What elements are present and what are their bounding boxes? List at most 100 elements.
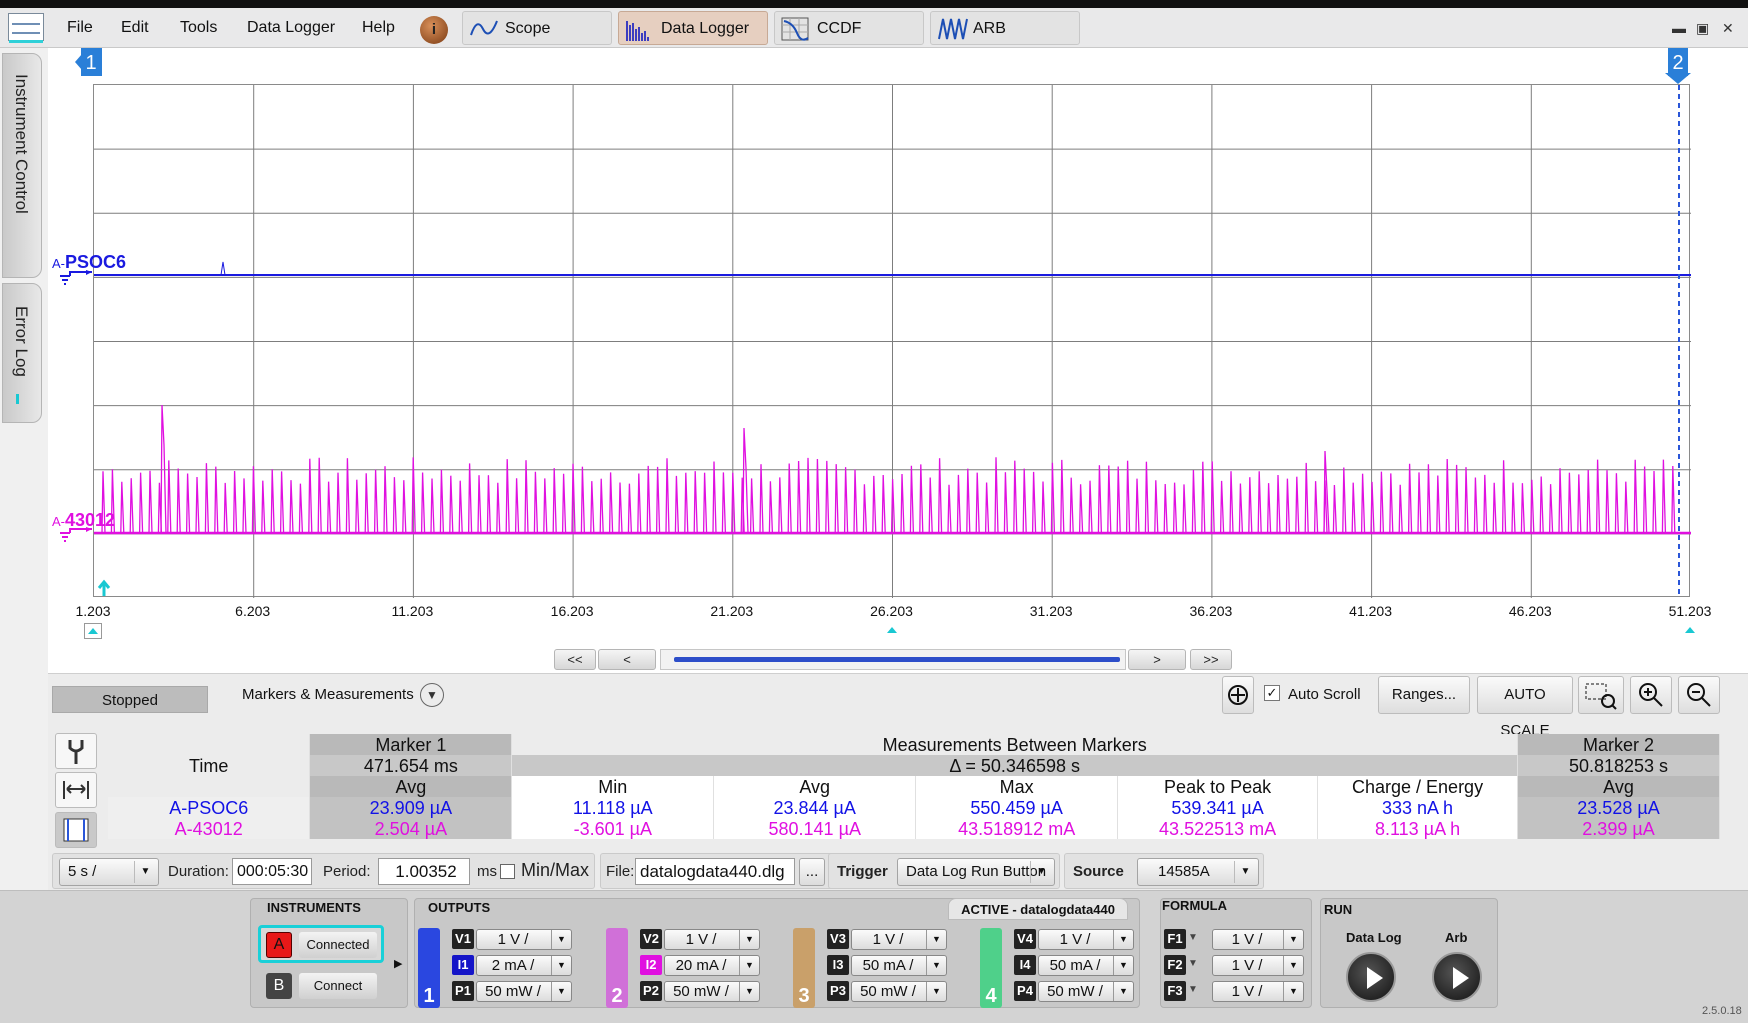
channel-v-tag[interactable]: V2 [640,929,662,949]
channel-v-tag[interactable]: V1 [452,929,474,949]
timebase-select[interactable]: 5 s / ▼ [59,858,159,886]
file-field[interactable]: datalogdata440.dlg [635,858,795,885]
channel-p-tag[interactable]: P4 [1014,981,1036,1001]
auto-scale-button[interactable]: AUTO SCALE [1477,676,1573,739]
channel-2-bar[interactable]: 2 [606,928,628,1008]
marker-1-arrow-icon [88,628,98,634]
marker-1-handle[interactable]: 1 [75,48,102,76]
channel-p-scale-select[interactable]: 50 mW / ▼ [476,981,572,1002]
channel-v-tag[interactable]: V3 [827,929,849,949]
formula-scale-select[interactable]: 1 V / ▼ [1212,981,1304,1002]
row-charge: 333 nA h [1317,797,1519,818]
channel-p-scale-select[interactable]: 50 mW / ▼ [851,981,947,1002]
chevron-down-icon[interactable]: ▼ [420,683,444,707]
formula-tag[interactable]: F1 [1164,929,1186,949]
table-row: A-43012 2.504 µA -3.601 µA 580.141 µA 43… [108,818,1720,839]
add-marker-button[interactable] [1222,676,1254,714]
channel-i-tag[interactable]: I2 [640,955,662,975]
formula-expand-icon[interactable]: ▼ [1188,932,1198,943]
source-select[interactable]: 14585A ▼ [1137,858,1259,886]
formula-expand-icon[interactable]: ▼ [1188,984,1198,995]
span-mode-button[interactable] [55,772,97,808]
row-min: -3.601 µA [511,818,715,839]
plot-area[interactable] [93,84,1691,598]
channel-p-tag[interactable]: P2 [640,981,662,1001]
formula-scale-select[interactable]: 1 V / ▼ [1212,955,1304,976]
channel-p-tag[interactable]: P1 [452,981,474,1001]
instrument-b-slot[interactable]: B Connect [261,969,387,1005]
marker-1-time-handle[interactable] [84,623,102,639]
trigger-select[interactable]: Data Log Run Button ▼ [897,858,1055,886]
zoom-in-button[interactable] [1630,676,1672,714]
period-field[interactable]: 1.00352 [378,858,470,885]
row-min: 11.118 µA [511,797,715,818]
channel-1-bar[interactable]: 1 [418,928,440,1008]
table-row: A-PSOC6 23.909 µA 11.118 µA 23.844 µA 55… [108,797,1720,818]
zoom-region-icon [1585,683,1617,710]
channel-v-scale-select[interactable]: 1 V / ▼ [1038,929,1134,950]
chevron-down-icon: ▼ [1113,982,1133,1001]
auto-scroll-checkbox[interactable]: ✓ [1264,685,1280,701]
ranges-button[interactable]: Ranges... [1378,676,1470,714]
marker-2-handle[interactable]: 2 [1665,48,1691,84]
scale-value: 1 V / [497,931,529,948]
channel-p-scale-select[interactable]: 50 mW / ▼ [664,981,760,1002]
chevron-down-icon: ▼ [739,930,759,949]
channel-4-bar[interactable]: 4 [980,928,1002,1008]
trigger-value: Data Log Run Button [906,863,1047,880]
chevron-down-icon: ▼ [1113,930,1133,949]
formula-tag[interactable]: F3 [1164,981,1186,1001]
scroll-last-button[interactable]: >> [1190,649,1232,670]
scroll-thumb[interactable] [674,657,1120,662]
channel-v-scale-select[interactable]: 1 V / ▼ [476,929,572,950]
col-m1-avg: Avg [309,776,513,797]
formula-expand-icon[interactable]: ▼ [1188,958,1198,969]
scale-value: 1 V / [685,931,717,948]
marker-mode-button[interactable] [55,812,97,848]
run-datalog-button[interactable] [1346,952,1396,1002]
browse-button[interactable]: ... [799,858,825,886]
duration-field[interactable]: 000:05:30 [232,858,312,885]
trace-psoc6-spike [220,261,226,276]
formula-scale-select[interactable]: 1 V / ▼ [1212,929,1304,950]
channel-i-scale-select[interactable]: 2 mA / ▼ [476,955,572,976]
delta-time: Δ = 50.346598 s [511,755,1519,776]
instrument-a-status[interactable]: Connected [299,932,377,958]
scroll-next-button[interactable]: > [1128,649,1186,670]
channel-i-scale-select[interactable]: 50 mA / ▼ [851,955,947,976]
channel-3-bar[interactable]: 3 [793,928,815,1008]
run-arb-button[interactable] [1432,952,1482,1002]
source-label: Source [1073,863,1124,880]
channel-p-scale-select[interactable]: 50 mW / ▼ [1038,981,1134,1002]
ground-psoc6-icon [60,270,92,285]
center-marker-icon [887,627,897,633]
probe-icon [68,740,84,764]
chevron-down-icon: ▼ [1113,956,1133,975]
instrument-a-slot[interactable]: A Connected [258,925,384,963]
zoom-out-button[interactable] [1678,676,1720,714]
channel-v-tag[interactable]: V4 [1014,929,1036,949]
chevron-down-icon: ▼ [926,930,946,949]
measurement-table: Marker 1 Measurements Between Markers Ma… [108,734,1720,839]
zoom-region-button[interactable] [1578,676,1624,714]
channel-v-scale-select[interactable]: 1 V / ▼ [851,929,947,950]
channel-i-scale-select[interactable]: 50 mA / ▼ [1038,955,1134,976]
between-header: Measurements Between Markers [511,734,1519,755]
scroll-prev-button[interactable]: < [598,649,656,670]
channel-i-tag[interactable]: I1 [452,955,474,975]
chevron-down-icon: ▼ [739,982,759,1001]
instrument-b-connect-button[interactable]: Connect [299,973,377,999]
channel-i-scale-select[interactable]: 20 mA / ▼ [664,955,760,976]
formula-tag[interactable]: F2 [1164,955,1186,975]
channel-i-tag[interactable]: I4 [1014,955,1036,975]
scroll-first-button[interactable]: << [554,649,596,670]
channel-number: 1 [423,985,435,1007]
config-row: 5 s / ▼ Duration: 000:05:30 Period: 1.003… [52,853,1680,889]
minmax-checkbox[interactable] [500,864,515,879]
zoom-in-icon [1639,683,1663,707]
expand-arrow-icon[interactable]: ▶ [394,957,402,970]
channel-v-scale-select[interactable]: 1 V / ▼ [664,929,760,950]
channel-i-tag[interactable]: I3 [827,955,849,975]
probe-mode-button[interactable] [55,733,97,769]
channel-p-tag[interactable]: P3 [827,981,849,1001]
